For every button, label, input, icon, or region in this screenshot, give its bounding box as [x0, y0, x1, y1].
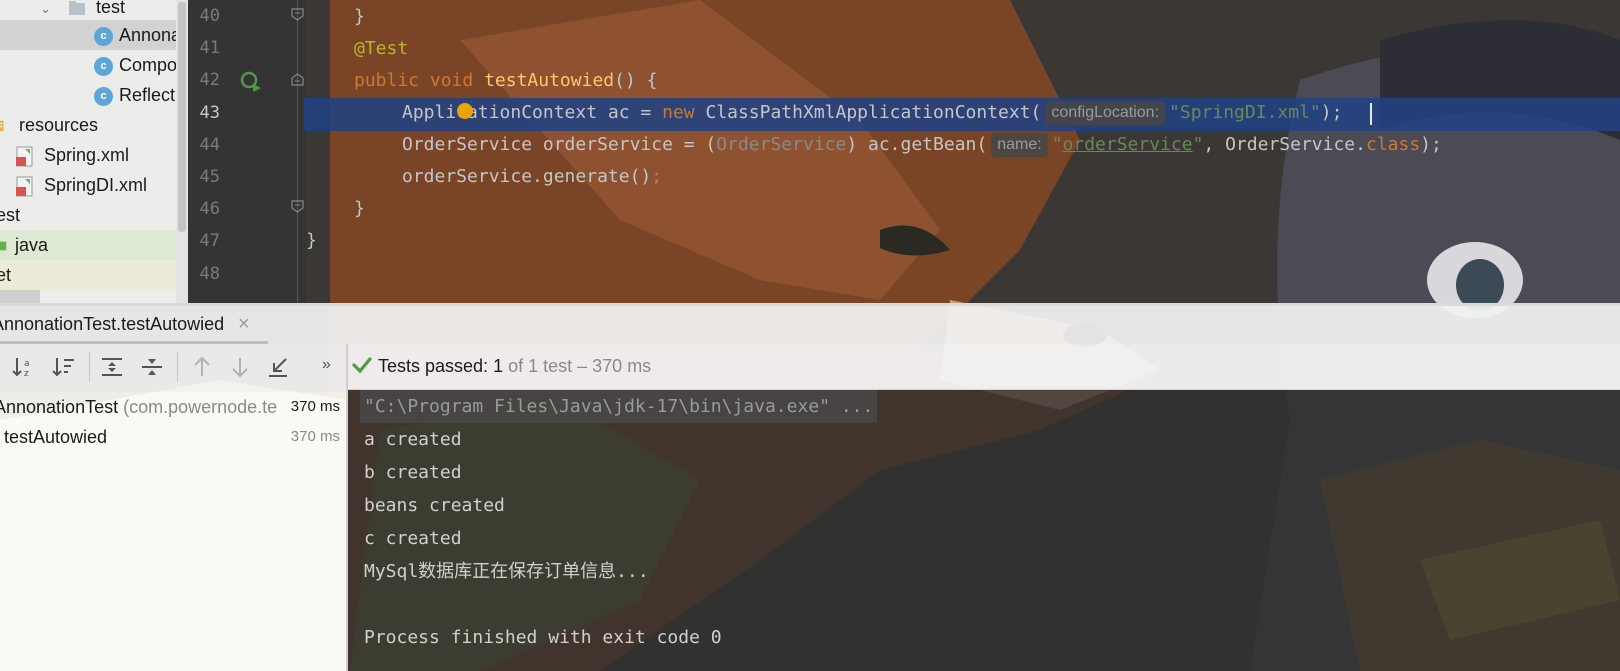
code-editor[interactable]: } @Test public void testAutowied() { App… [304, 0, 1620, 303]
tree-item-label: test [96, 0, 126, 17]
tree-item-compo[interactable]: c Compo [94, 50, 177, 80]
svg-text:a: a [24, 359, 30, 369]
tree-item-label: resources [19, 115, 99, 135]
class-icon: c [94, 56, 113, 76]
status-count: 1 [493, 356, 504, 376]
more-actions-icon[interactable]: » [322, 356, 331, 374]
sort-by-duration-icon[interactable] [52, 355, 76, 379]
resources-folder-icon [0, 121, 4, 132]
code-line-42: public void testAutowied() { [354, 70, 658, 91]
line-number: 47 [199, 231, 220, 251]
folder-icon [69, 1, 86, 16]
code-line-41: @Test [354, 38, 409, 59]
line-number-current: 43 [199, 103, 220, 123]
line-number: 41 [199, 38, 220, 58]
test-results-tree: AnnonationTest (com.powernode.te 370 ms … [0, 392, 346, 671]
tree-item-test-folder[interactable]: ⌄ test [40, 0, 125, 22]
tree-item-label: Annona [119, 25, 182, 45]
toolbar-separator [89, 352, 90, 382]
class-icon: c [94, 86, 113, 106]
tree-item-reflect[interactable]: c Reflect [94, 80, 175, 110]
close-icon[interactable]: × [238, 306, 250, 342]
previous-failed-icon[interactable] [190, 355, 214, 379]
fold-start-icon[interactable] [291, 73, 304, 86]
tree-item-label: et [0, 265, 12, 285]
tree-item-java[interactable]: java [0, 230, 176, 260]
code-line-46: } [354, 198, 365, 219]
xml-file-icon [16, 176, 33, 197]
check-icon [352, 357, 372, 374]
intention-bulb-icon[interactable] [457, 103, 473, 119]
tree-item-spring-xml[interactable]: Spring.xml [16, 140, 129, 170]
toolbar-separator [177, 352, 178, 382]
fold-guide [297, 0, 298, 303]
xml-file-icon [16, 146, 33, 167]
fold-end-icon[interactable] [291, 200, 304, 213]
class-icon: c [94, 26, 113, 46]
tree-item-annona[interactable]: c Annona [0, 20, 181, 50]
run-tab-label: AnnonationTest.testAutowied [0, 314, 225, 334]
project-tree-panel: ⌄ test c Annona c Compo c Reflect resources… [0, 0, 188, 303]
test-duration: 370 ms [290, 398, 340, 415]
status-label: Tests passed: [378, 356, 489, 376]
code-line-45: orderService.generate(); [402, 166, 663, 187]
tree-item-label: SpringDI.xml [44, 175, 148, 195]
import-results-icon[interactable] [266, 355, 290, 379]
tree-item-label: java [15, 235, 49, 255]
tree-item-label: Reflect [119, 85, 176, 105]
console-line: b created [364, 462, 462, 483]
line-number: 48 [199, 264, 220, 284]
param-hint: configLocation: [1045, 101, 1166, 125]
tree-scrollbar-thumb[interactable] [178, 2, 186, 232]
console-command-line[interactable]: "C:\Program Files\Java\jdk-17\bin\java.e… [360, 390, 878, 423]
run-tab[interactable]: AnnonationTest.testAutowied [0, 306, 268, 344]
horizontal-scrollbar[interactable] [0, 290, 40, 303]
status-detail: of 1 test – 370 ms [508, 356, 652, 376]
source-folder-icon [0, 241, 7, 251]
line-number: 45 [199, 167, 220, 187]
code-line-40: } [354, 6, 365, 27]
tree-item-target[interactable]: et [0, 260, 176, 290]
run-tab-bar: AnnonationTest.testAutowied × [0, 306, 1620, 344]
console-line: a created [364, 429, 462, 450]
line-number: 40 [199, 6, 220, 26]
code-line-47: } [306, 230, 317, 251]
tree-item-test-root[interactable]: est [0, 200, 20, 230]
text-caret [1370, 103, 1372, 125]
console-line: Process finished with exit code 0 [364, 627, 722, 648]
test-package-name: (com.powernode.te [123, 397, 278, 417]
test-tree-child[interactable]: testAutowied 370 ms [0, 422, 346, 452]
test-duration: 370 ms [290, 428, 340, 445]
test-tree-root[interactable]: AnnonationTest (com.powernode.te 370 ms [0, 392, 346, 422]
tree-item-resources[interactable]: resources [0, 110, 98, 140]
test-class-name: AnnonationTest [0, 397, 119, 417]
line-number: 42 [199, 70, 220, 90]
code-line-43: ApplicationContext ac = new ClassPathXml… [402, 101, 1343, 125]
line-number: 44 [199, 135, 220, 155]
next-failed-icon[interactable] [228, 355, 252, 379]
console-line: MySql数据库正在保存订单信息... [364, 561, 649, 582]
test-status-text: Tests passed: 1 of 1 test – 370 ms [378, 356, 651, 377]
sort-alphabetically-icon[interactable]: az [12, 355, 36, 379]
code-line-44: OrderService orderService = (OrderServic… [402, 133, 1442, 157]
test-method-name: testAutowied [4, 427, 108, 447]
collapse-all-icon[interactable] [140, 355, 164, 379]
tree-item-label: est [0, 205, 21, 225]
svg-text:z: z [24, 369, 29, 379]
tree-item-label: Compo [119, 55, 178, 75]
run-test-icon[interactable] [240, 70, 262, 92]
fold-end-icon[interactable] [291, 8, 304, 21]
expand-all-icon[interactable] [100, 355, 124, 379]
line-number: 46 [199, 199, 220, 219]
console-line: beans created [364, 495, 505, 516]
tree-item-label: Spring.xml [44, 145, 130, 165]
console-line: c created [364, 528, 462, 549]
param-hint: name: [991, 133, 1048, 157]
tree-item-springdi-xml[interactable]: SpringDI.xml [16, 170, 147, 200]
